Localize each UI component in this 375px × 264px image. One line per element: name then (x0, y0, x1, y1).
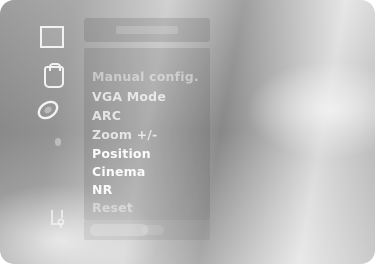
screen-icon[interactable] (36, 100, 60, 120)
menu-item-arc[interactable]: ARC (92, 107, 121, 125)
footer-hint-pill-secondary (142, 225, 164, 235)
menu-item-cinema[interactable]: Cinema (92, 163, 146, 181)
menu-item-zoom[interactable]: Zoom +/- (92, 126, 157, 144)
menu-title-bar (84, 18, 210, 42)
sound-icon[interactable] (44, 63, 64, 88)
picture-icon[interactable] (40, 26, 64, 48)
screen-menu-panel: Manual config. VGA Mode ARC Zoom +/- Pos… (84, 18, 210, 240)
menu-item-manual-config[interactable]: Manual config. (92, 68, 199, 86)
menu-item-nr[interactable]: NR (92, 181, 113, 199)
menu-item-position[interactable]: Position (92, 145, 151, 163)
footer-hint-pill (90, 224, 148, 236)
lock-icon[interactable] (48, 208, 68, 230)
menu-item-vga-mode[interactable]: VGA Mode (92, 88, 166, 106)
menu-icon[interactable] (55, 138, 61, 146)
menu-item-reset[interactable]: Reset (92, 199, 133, 217)
tv-osd-screen: Manual config. VGA Mode ARC Zoom +/- Pos… (0, 0, 375, 264)
menu-footer-bar (84, 220, 210, 240)
